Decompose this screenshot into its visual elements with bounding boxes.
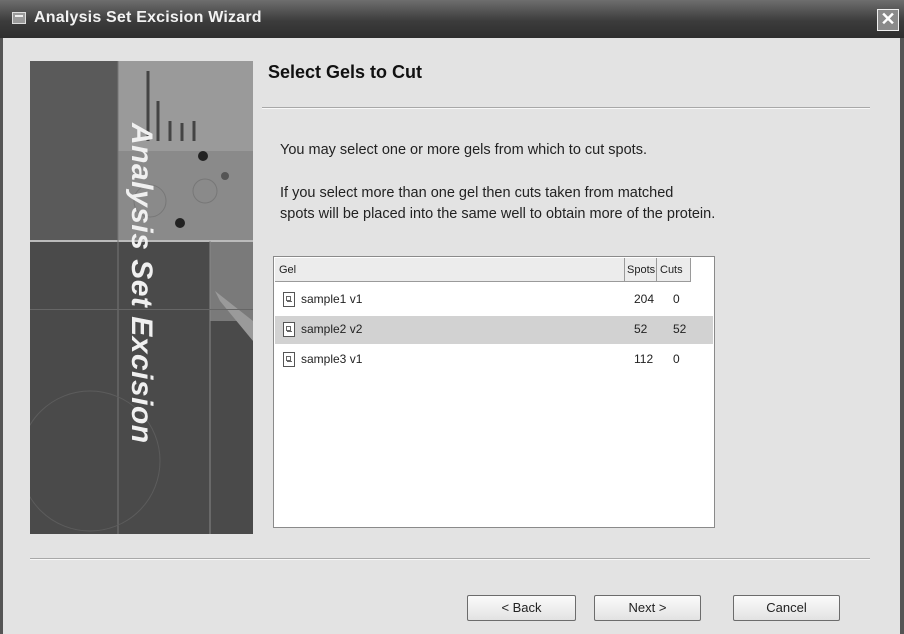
close-button[interactable]: ✕ [877, 9, 899, 31]
back-button[interactable]: < Back [467, 595, 576, 621]
cancel-button[interactable]: Cancel [733, 595, 840, 621]
gel-spots: 204 [634, 292, 655, 306]
gel-list-header: Gel Spots Cuts [275, 258, 713, 282]
detail-text: If you select more than one gel then cut… [280, 183, 840, 225]
gel-name: sample2 v2 [301, 322, 363, 336]
gel-name: sample3 v1 [301, 352, 363, 366]
wizard-window: Analysis Set Excision Wizard ✕ Analysis … [0, 0, 904, 634]
gel-spots: 112 [634, 352, 654, 366]
page-title: Select Gels to Cut [268, 62, 423, 82]
window-border-right [900, 38, 904, 634]
footer-divider-highlight [30, 559, 870, 560]
window-app-icon [12, 12, 26, 24]
column-header-spots[interactable]: Spots [625, 258, 657, 282]
detail-text-line: spots will be placed into the same well … [280, 206, 716, 222]
gel-cuts: 0 [673, 292, 680, 306]
banner-title: Analysis Set Excision [125, 123, 158, 444]
intro-text: You may select one or more gels from whi… [280, 142, 647, 158]
window-border-left [0, 38, 3, 634]
gel-list[interactable]: Gel Spots Cuts sample1 v1 204 0 sample2 … [273, 256, 715, 528]
gel-spots: 52 [634, 322, 648, 336]
close-icon: ✕ [880, 9, 896, 29]
header-divider-highlight [262, 108, 870, 109]
gel-cuts: 52 [673, 322, 687, 336]
next-button[interactable]: Next > [594, 595, 701, 621]
gel-image-icon [283, 322, 295, 337]
title-bar: Analysis Set Excision Wizard ✕ [0, 0, 904, 38]
column-header-gel[interactable]: Gel [275, 258, 625, 282]
column-header-cuts[interactable]: Cuts [657, 258, 691, 282]
gel-name: sample1 v1 [301, 292, 363, 306]
wizard-banner-image: Analysis Set Excision [30, 61, 253, 534]
gel-cuts: 0 [673, 352, 680, 366]
gel-row-sample3[interactable]: sample3 v1 112 0 [275, 346, 713, 374]
gel-image-icon [283, 292, 295, 307]
gel-row-sample1[interactable]: sample1 v1 204 0 [275, 286, 713, 314]
gel-image-icon [283, 352, 295, 367]
gel-row-sample2[interactable]: sample2 v2 52 52 [275, 316, 713, 344]
window-title: Analysis Set Excision Wizard [34, 9, 262, 26]
detail-text-line: If you select more than one gel then cut… [280, 185, 674, 201]
